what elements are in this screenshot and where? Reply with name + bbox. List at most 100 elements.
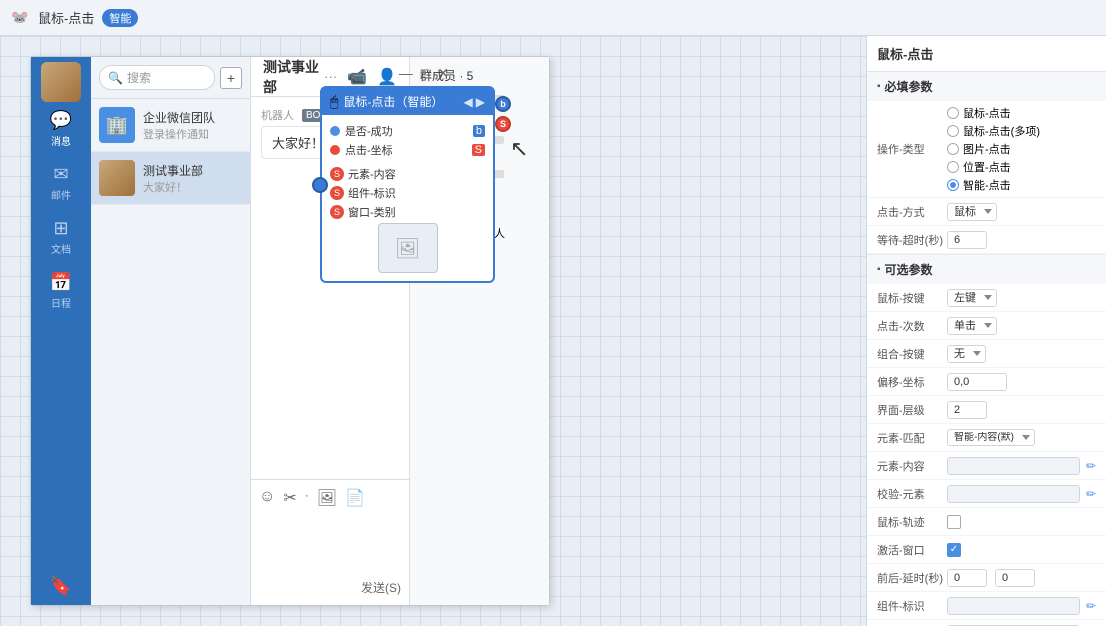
canvas-area: 💬 消息 ✉ 邮件 ⊞ 文档 📅 日程 🔖 <box>0 36 866 626</box>
verify-input[interactable] <box>947 485 1080 503</box>
radio-image-click-circle[interactable] <box>947 143 959 155</box>
layer-input[interactable] <box>947 401 987 419</box>
chat-search-area: 🔍 搜索 + <box>91 57 250 99</box>
node-box: b S 🖱 鼠标-点击（智能） ◀ ▶ <box>320 86 495 283</box>
offset-value <box>947 373 1096 391</box>
output-port-b[interactable]: b <box>495 96 511 112</box>
send-button[interactable]: 发送(S) <box>361 581 401 595</box>
b-dot <box>330 126 340 136</box>
chat-title: 测试事业部 <box>263 57 324 97</box>
nav-item-calendar[interactable]: 📅 日程 <box>31 264 91 318</box>
click-method-select[interactable]: 鼠标 <box>947 203 997 221</box>
maximize-button[interactable]: □ <box>421 65 429 82</box>
delay-input-2[interactable] <box>995 569 1035 587</box>
param-row-component: S 组件-标识 <box>330 185 485 201</box>
b-badge: b <box>473 125 485 137</box>
output-port-s[interactable]: S <box>495 116 511 132</box>
verify-edit-icon[interactable]: ✏ <box>1086 487 1096 501</box>
optional-toggle[interactable]: ▪ <box>877 264 881 275</box>
video-button[interactable]: 📹 <box>347 67 367 87</box>
window-controls: — □ ✕ <box>399 65 449 82</box>
radio-smart-click-dot <box>950 182 956 188</box>
chat-list-panel: 🔍 搜索 + 🏢 企业微信团队 登录操作通知 测试事业部 <box>91 57 251 605</box>
node-image-placeholder: 🖼 <box>378 223 438 273</box>
offset-input[interactable] <box>947 373 1007 391</box>
radio-position-click-circle[interactable] <box>947 161 959 173</box>
node-params: S 元素-内容 S 组件-标识 S 窗口-类别 <box>330 166 485 220</box>
click-times-select[interactable]: 单击 <box>947 317 997 335</box>
output-s-label: 点击-坐标 <box>345 142 393 158</box>
content-row: 元素-内容 ✏ <box>867 452 1106 480</box>
delay-row: 前后-延时(秒) <box>867 564 1106 592</box>
combo-key-select[interactable]: 无 <box>947 345 986 363</box>
search-box[interactable]: 🔍 搜索 <box>99 65 215 90</box>
qywx-avatar: 🏢 <box>99 107 135 143</box>
node-next-arrow[interactable]: ▶ <box>476 95 485 109</box>
test-dept-avatar <box>99 160 135 196</box>
track-checkbox[interactable] <box>947 515 961 529</box>
click-times-label: 点击-次数 <box>877 318 947 334</box>
radio-mouse-click[interactable]: 鼠标-点击 <box>947 105 1040 121</box>
param-label-2: 组件-标识 <box>348 185 396 201</box>
radio-position-click-label: 位置-点击 <box>963 159 1011 175</box>
activate-checkbox[interactable]: ✓ <box>947 543 961 557</box>
delay-input-1[interactable] <box>947 569 987 587</box>
group-id-edit-icon[interactable]: ✏ <box>1086 599 1096 613</box>
optional-section-title: ▪ 可选参数 <box>867 255 1106 284</box>
radio-smart-click-circle[interactable] <box>947 179 959 191</box>
radio-mouse-click-circle[interactable] <box>947 107 959 119</box>
nav-label-email: 邮件 <box>51 187 71 202</box>
file-button[interactable]: 📄 <box>345 488 365 508</box>
bookmark-icon: 🔖 <box>50 576 72 597</box>
node-input-port[interactable] <box>312 177 328 193</box>
nav-item-messages[interactable]: 💬 消息 <box>31 102 91 156</box>
chat-item-qywx[interactable]: 🏢 企业微信团队 登录操作通知 <box>91 99 250 152</box>
radio-smart-click[interactable]: 智能-点击 <box>947 177 1040 193</box>
node-header: 🖱 鼠标-点击（智能） ◀ ▶ <box>322 88 493 115</box>
radio-image-click[interactable]: 图片-点击 <box>947 141 1040 157</box>
emoji-button[interactable]: ☺ <box>259 488 275 508</box>
mouse-key-value: 左键 <box>947 289 1096 307</box>
image-button[interactable]: 🖼 <box>317 488 337 508</box>
more-options-button[interactable]: ··· <box>324 69 337 84</box>
chat-input-area: ☺ ✂ · 🖼 📄 发送(S) <box>251 479 409 605</box>
add-button[interactable]: + <box>220 67 242 89</box>
track-label: 鼠标-轨迹 <box>877 514 947 530</box>
group-id-input[interactable] <box>947 597 1080 615</box>
timeout-input[interactable] <box>947 231 987 249</box>
toolbar: 🐭 鼠标-点击 智能 <box>0 0 1106 36</box>
param-badge-3: S <box>330 205 344 219</box>
nav-item-docs[interactable]: ⊞ 文档 <box>31 210 91 264</box>
mouse-key-select[interactable]: 左键 <box>947 289 997 307</box>
action-type-radio-group: 鼠标-点击 鼠标-点击(多项) 图片-点击 位置-点击 <box>947 105 1040 193</box>
click-times-value: 单击 <box>947 317 1096 335</box>
members-button[interactable]: 👤 <box>377 67 397 87</box>
mouse-icon: 🐭 <box>10 8 30 28</box>
nav-bottom[interactable]: 🔖 <box>31 568 91 605</box>
close-button[interactable]: ✕ <box>437 65 449 82</box>
content-edit-icon[interactable]: ✏ <box>1086 459 1096 473</box>
node-title: 鼠标-点击（智能） <box>343 93 443 110</box>
mouse-key-label: 鼠标-按键 <box>877 290 947 306</box>
chat-name-qywx: 企业微信团队 <box>143 109 242 126</box>
radio-position-click[interactable]: 位置-点击 <box>947 159 1040 175</box>
chat-input[interactable] <box>259 514 401 574</box>
required-toggle[interactable]: ▪ <box>877 81 881 92</box>
click-method-row: 点击-方式 鼠标 <box>867 198 1106 226</box>
calendar-icon: 📅 <box>50 272 72 293</box>
chat-item-test-dept[interactable]: 测试事业部 大家好！ <box>91 152 250 205</box>
scissors-button[interactable]: ✂ <box>283 488 296 508</box>
match-select[interactable]: 智能-内容(默) <box>947 429 1035 446</box>
radio-mouse-multi[interactable]: 鼠标-点击(多项) <box>947 123 1040 139</box>
radio-mouse-multi-circle[interactable] <box>947 125 959 137</box>
combo-key-value: 无 <box>947 345 1096 363</box>
wechat-nav: 💬 消息 ✉ 邮件 ⊞ 文档 📅 日程 🔖 <box>31 57 91 605</box>
param-label-3: 窗口-类别 <box>348 204 396 220</box>
minimize-button[interactable]: — <box>399 65 413 82</box>
nav-item-email[interactable]: ✉ 邮件 <box>31 156 91 210</box>
robot-label: 机器人 <box>261 107 294 123</box>
node-prev-arrow[interactable]: ◀ <box>464 95 473 109</box>
email-icon: ✉ <box>53 164 68 185</box>
cursor-icon: ↖ <box>510 136 528 162</box>
content-input[interactable] <box>947 457 1080 475</box>
